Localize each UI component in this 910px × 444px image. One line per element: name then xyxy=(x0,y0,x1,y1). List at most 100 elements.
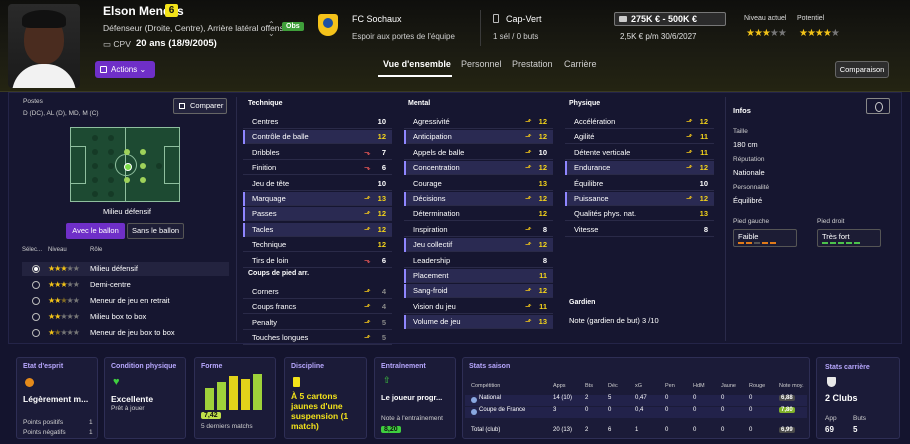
obs-badge: Obs xyxy=(282,22,304,31)
form-card[interactable]: Forme 7,42 5 derniers matchs xyxy=(194,357,276,439)
attribute-row[interactable]: Corners ⬏ 4 xyxy=(243,285,392,299)
attribute-row[interactable]: Jeu collectif ⬏ 12 xyxy=(404,238,553,253)
role-row[interactable]: ★★★★★ Demi-centre xyxy=(22,278,229,292)
discipline-card[interactable]: Discipline À 5 cartons jaunes d'une susp… xyxy=(284,357,367,439)
attribute-row[interactable]: Penalty ⬏ 5 xyxy=(243,316,392,330)
header-select: Sélec... xyxy=(22,247,43,253)
radio-button[interactable] xyxy=(32,265,40,273)
radio-button[interactable] xyxy=(32,313,40,321)
stats-title: Stats saison xyxy=(469,363,511,370)
stats-cell: 1 xyxy=(635,427,639,433)
attribute-row[interactable]: Anticipation ⬏ 12 xyxy=(404,130,553,145)
season-stats-card[interactable]: Stats saison Compétition Apps Bts Déc xG Pen H… xyxy=(462,357,810,439)
condition-title: Condition physique xyxy=(111,363,177,370)
radio-button[interactable] xyxy=(32,329,40,337)
role-row[interactable]: ★★★★★ Meneur de jeu en retrait xyxy=(22,294,229,308)
attribute-value: 12 xyxy=(538,209,547,219)
attribute-row[interactable]: Détente verticale ⬏ 11 xyxy=(565,146,714,160)
role-row[interactable]: ★★★★★ Milieu défensif xyxy=(22,262,229,276)
attribute-value: 12 xyxy=(699,117,708,126)
attribute-row[interactable]: Jeu de tête 10 xyxy=(243,177,392,191)
attribute-row[interactable]: Sang-froid ⬏ 12 xyxy=(404,284,553,299)
positions-label: Postes xyxy=(23,98,43,105)
reputation-label: Réputation xyxy=(733,156,765,163)
arrow-up-icon: ⬏ xyxy=(364,333,371,343)
attribute-row[interactable]: Endurance ⬏ 12 xyxy=(565,161,714,176)
arrow-up-icon: ⬏ xyxy=(364,224,371,234)
attribute-row[interactable]: Puissance ⬏ 12 xyxy=(565,192,714,206)
attribute-row[interactable]: Technique 12 xyxy=(243,238,392,253)
actions-button[interactable]: Actions ⌄ xyxy=(95,61,155,78)
stats-cell: 6,88 xyxy=(779,395,795,401)
attribute-row[interactable]: Appels de balle ⬏ 10 xyxy=(404,146,553,160)
highlight-bar xyxy=(404,238,406,253)
with-ball-toggle[interactable]: Avec le ballon xyxy=(66,223,125,239)
compare-button[interactable]: Comparer xyxy=(173,98,227,114)
club-name[interactable]: FC Sochaux xyxy=(352,14,402,24)
international-caps: 1 sél / 0 buts xyxy=(493,32,539,41)
highlight-bar xyxy=(243,207,245,222)
role-stars: ★★★★★ xyxy=(48,312,80,321)
attribute-row[interactable]: Inspiration ⬏ 8 xyxy=(404,223,553,237)
attribute-row[interactable]: Décisions ⬏ 12 xyxy=(404,192,553,206)
radio-button[interactable] xyxy=(32,297,40,305)
attribute-name: Puissance xyxy=(574,194,609,203)
role-name: Demi-centre xyxy=(90,280,131,289)
without-ball-toggle[interactable]: Sans le ballon xyxy=(127,223,184,239)
attribute-row[interactable]: Placement 11 xyxy=(404,269,553,283)
profile-icon[interactable] xyxy=(866,98,890,114)
mood-card[interactable]: Etat d'esprit Légèrement m... Points pos… xyxy=(16,357,98,439)
attribute-value: 8 xyxy=(542,224,547,234)
training-card[interactable]: Entraînement ⇧ Le joueur progr... Note à… xyxy=(374,357,456,439)
attribute-row[interactable]: Passes ⬏ 12 xyxy=(243,207,392,222)
attribute-row[interactable]: Touches longues ⬏ 5 xyxy=(243,331,392,346)
player-nav-arrows[interactable]: ⌃ ⌄ xyxy=(268,20,275,38)
attribute-row[interactable]: Tacles ⬏ 12 xyxy=(243,222,392,237)
role-name: Milieu défensif xyxy=(90,264,138,273)
attribute-value: 8 xyxy=(542,255,547,265)
attribute-row[interactable]: Qualités phys. nat. 13 xyxy=(565,207,714,222)
tab-personal[interactable]: Personnel xyxy=(461,59,502,69)
condition-card[interactable]: Condition physique ♥ Excellente Prêt à j… xyxy=(104,357,186,439)
arrow-up-icon: ⬏ xyxy=(364,287,371,296)
attribute-row[interactable]: Accélération ⬏ 12 xyxy=(565,115,714,129)
attribute-name: Jeu collectif xyxy=(413,240,453,250)
tab-overview[interactable]: Vue d'ensemble xyxy=(383,59,451,69)
attribute-row[interactable]: Dribbles ⬎ 7 xyxy=(243,146,392,160)
attribute-row[interactable]: Courage 13 xyxy=(404,177,553,191)
attribute-value: 10 xyxy=(377,117,386,126)
stats-row[interactable]: Total (club) 20 (13) 2 6 1 0 0 0 0 6,99 xyxy=(465,427,807,438)
career-card[interactable]: Stats carrière 2 Clubs App 69 Buts 5 xyxy=(816,357,900,439)
highlight-bar xyxy=(404,192,406,206)
chevron-down-icon[interactable]: ⌄ xyxy=(268,29,275,38)
attribute-row[interactable]: Détermination 12 xyxy=(404,207,553,222)
attribute-row[interactable]: Équilibre 10 xyxy=(565,177,714,191)
attribute-row[interactable]: Marquage ⬏ 13 xyxy=(243,192,392,206)
attribute-row[interactable]: Coups francs ⬏ 4 xyxy=(243,300,392,315)
attribute-row[interactable]: Concentration ⬏ 12 xyxy=(404,161,553,176)
nation-name[interactable]: Cap-Vert xyxy=(506,14,542,24)
chevron-up-icon[interactable]: ⌃ xyxy=(268,20,275,29)
role-row[interactable]: ★★★★★ Meneur de jeu box to box xyxy=(22,326,229,340)
attribute-row[interactable]: Volume de jeu ⬏ 13 xyxy=(404,315,553,330)
attribute-row[interactable]: Centres 10 xyxy=(243,115,392,129)
attribute-row[interactable]: Tirs de loin ⬎ 6 xyxy=(243,254,392,268)
shield-icon xyxy=(827,377,836,387)
tab-performance[interactable]: Prestation xyxy=(512,59,553,69)
attribute-row[interactable]: Agressivité ⬏ 12 xyxy=(404,115,553,129)
attribute-row[interactable]: Vitesse 8 xyxy=(565,223,714,237)
role-row[interactable]: ★★★★★ Milieu box to box xyxy=(22,310,229,324)
radio-button[interactable] xyxy=(32,281,40,289)
discipline-title: Discipline xyxy=(291,363,325,370)
attribute-value: 4 xyxy=(381,287,386,296)
comparison-button[interactable]: Comparaison xyxy=(835,61,889,78)
attribute-row[interactable]: Agilité ⬏ 11 xyxy=(565,130,714,145)
attribute-row[interactable]: Vision du jeu ⬏ 11 xyxy=(404,300,553,314)
stats-row[interactable]: National 14 (10) 2 5 0,47 0 0 0 0 6,88 xyxy=(465,395,807,406)
stats-row[interactable]: Coupe de France 3 0 0 0,4 0 0 0 0 7,80 xyxy=(465,407,807,418)
club-crest-icon[interactable] xyxy=(318,14,338,36)
attribute-row[interactable]: Finition ⬎ 6 xyxy=(243,161,392,176)
tab-career[interactable]: Carrière xyxy=(564,59,597,69)
attribute-row[interactable]: Contrôle de balle 12 xyxy=(243,130,392,145)
attribute-row[interactable]: Leadership 8 xyxy=(404,254,553,268)
